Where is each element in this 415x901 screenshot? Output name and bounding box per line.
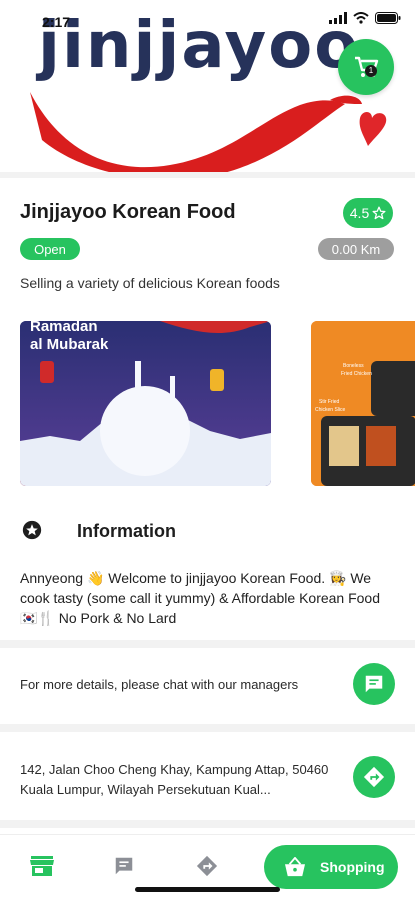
rating-value: 4.5 [349,205,370,221]
store-description: Selling a variety of delicious Korean fo… [20,275,280,291]
information-body: Annyeong 👋 Welcome to jinjjayoo Korean F… [20,570,381,626]
banner-1-line1: Ramadan [30,321,98,335]
chicken-banner-art: Boneless Fried Chicken Stir Fried Chicke… [311,321,415,486]
store-icon [30,856,54,876]
chat-icon [365,675,383,693]
basket-icon [285,857,305,877]
open-status-badge: Open [20,238,80,260]
directions-icon [196,855,218,877]
banner-2-line1: Boneless [343,363,364,369]
wifi-icon [353,12,369,24]
home-indicator [135,887,280,892]
banner-1-line2: al Mubarak [30,336,109,353]
chat-button[interactable] [353,663,395,705]
banner-2-line4: Chicken Slice [315,407,346,413]
chat-icon [115,857,133,875]
rating-badge: 4.5 [343,198,393,228]
nav-shopping-tab[interactable]: Shopping [264,845,398,889]
banner-2-line2: Fried Chicken [341,371,372,377]
header-banner: jinjjayoo 2:17 1 [0,0,415,172]
status-icons [329,12,401,24]
cart-count-badge: 1 [365,65,377,77]
nav-chat-tab[interactable] [113,855,135,882]
banner-2-line3: Stir Fried [319,399,340,405]
shopping-label: Shopping [320,859,385,875]
divider [0,640,415,648]
directions-button[interactable] [353,756,395,798]
nav-directions-tab[interactable] [196,855,218,882]
star-circle-icon [22,520,42,540]
logo-text: jinjjayoo [38,9,361,83]
directions-icon [363,766,385,788]
chicken-banner[interactable]: Boneless Fried Chicken Stir Fried Chicke… [311,321,415,486]
battery-icon [375,12,401,24]
divider [0,820,415,828]
information-title: Information [77,521,176,541]
nav-store-tab[interactable] [30,855,54,882]
divider [0,724,415,732]
chat-prompt-text: For more details, please chat with our m… [20,677,299,692]
distance-badge: 0.00 Km [318,238,394,260]
signal-icon [329,12,347,24]
ramadan-banner[interactable]: Ramadan al Mubarak [20,321,271,486]
star-icon [372,206,386,220]
divider [0,172,415,178]
cart-button[interactable]: 1 [338,39,394,95]
store-name: Jinjjayoo Korean Food [20,201,236,223]
status-time: 2:17 [42,14,71,30]
store-address: 142, Jalan Choo Cheng Khay, Kampung Atta… [20,762,329,797]
ramadan-banner-art: Ramadan al Mubarak [20,321,271,486]
